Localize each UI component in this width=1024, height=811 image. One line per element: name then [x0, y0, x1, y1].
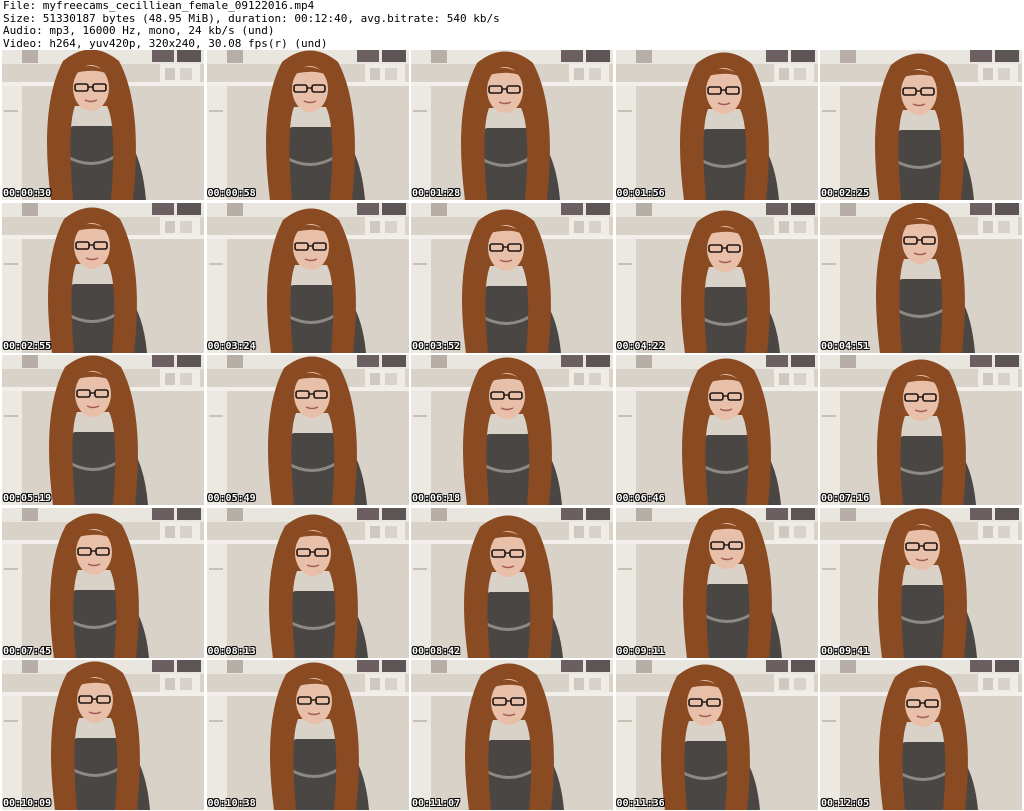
- frame-image: [206, 202, 409, 353]
- frame-image: [411, 202, 613, 353]
- audio-info-line: Audio: mp3, 16000 Hz, mono, 24 kb/s (und…: [3, 25, 275, 37]
- frame-image: [206, 50, 409, 200]
- video-thumbnail: 00:04:51: [820, 202, 1022, 353]
- file-name-line: File: myfreecams_cecilliean_female_09122…: [3, 0, 315, 12]
- frame-image: [820, 660, 1022, 810]
- frame-timestamp: 00:04:51: [821, 340, 870, 352]
- frame-timestamp: 00:11:07: [412, 798, 461, 809]
- frame-image: [615, 507, 818, 658]
- frame-image: [820, 202, 1022, 353]
- frame-timestamp: 00:05:49: [207, 493, 256, 504]
- frame-timestamp: 00:02:55: [3, 340, 52, 352]
- frame-timestamp: 00:07:16: [821, 493, 870, 504]
- frame-timestamp: 00:10:09: [3, 798, 52, 809]
- frame-timestamp: 00:06:18: [412, 493, 461, 504]
- frame-timestamp: 00:07:45: [3, 645, 52, 657]
- video-thumbnail: 00:10:09: [2, 660, 204, 810]
- frame-image: [2, 660, 204, 810]
- video-thumbnail: 00:05:19: [2, 355, 204, 505]
- video-thumbnail: 00:12:05: [820, 660, 1022, 810]
- frame-timestamp: 00:02:25: [821, 188, 870, 199]
- frame-timestamp: 00:03:24: [207, 340, 256, 352]
- frame-timestamp: 00:11:36: [616, 798, 665, 809]
- video-thumbnail: 00:08:13: [206, 507, 409, 658]
- video-thumbnail: 00:00:30: [2, 50, 204, 200]
- video-thumbnail: 00:07:16: [820, 355, 1022, 505]
- video-thumbnail: 00:03:24: [206, 202, 409, 353]
- frame-image: [2, 50, 204, 200]
- frame-timestamp: 00:08:42: [412, 645, 461, 657]
- frame-image: [615, 355, 818, 505]
- thumbnail-grid: 00:00:30 00:00:58 00:01:28 00:01:56 00:0…: [2, 50, 1022, 810]
- video-thumbnail: 00:03:52: [411, 202, 613, 353]
- video-thumbnail: 00:10:38: [206, 660, 409, 810]
- frame-timestamp: 00:04:22: [616, 340, 665, 352]
- video-thumbnail: 00:09:41: [820, 507, 1022, 658]
- frame-timestamp: 00:08:13: [207, 645, 256, 657]
- frame-image: [411, 660, 613, 810]
- frame-image: [615, 202, 818, 353]
- frame-image: [2, 507, 204, 658]
- frame-timestamp: 00:06:46: [616, 493, 665, 504]
- video-thumbnail: 00:09:11: [615, 507, 818, 658]
- video-thumbnail: 00:06:18: [411, 355, 613, 505]
- frame-image: [411, 507, 613, 658]
- video-thumbnail: 00:08:42: [411, 507, 613, 658]
- frame-image: [615, 660, 818, 810]
- frame-image: [820, 355, 1022, 505]
- video-thumbnail: 00:02:25: [820, 50, 1022, 200]
- frame-timestamp: 00:09:41: [821, 645, 870, 657]
- frame-timestamp: 00:03:52: [412, 340, 461, 352]
- video-thumbnail: 00:11:36: [615, 660, 818, 810]
- video-thumbnail: 00:04:22: [615, 202, 818, 353]
- frame-image: [206, 660, 409, 810]
- video-thumbnail: 00:02:55: [2, 202, 204, 353]
- frame-timestamp: 00:00:30: [3, 188, 52, 199]
- video-thumbnail: 00:01:56: [615, 50, 818, 200]
- frame-image: [2, 355, 204, 505]
- frame-image: [820, 50, 1022, 200]
- file-size-line: Size: 51330187 bytes (48.95 MiB), durati…: [3, 12, 500, 25]
- frame-image: [411, 355, 613, 505]
- frame-image: [206, 507, 409, 658]
- video-thumbnail: 00:01:28: [411, 50, 613, 200]
- frame-image: [411, 50, 613, 200]
- frame-timestamp: 00:09:11: [616, 645, 665, 657]
- file-info-header: File: myfreecams_cecilliean_female_09122…: [3, 0, 1021, 50]
- video-info-line: Video: h264, yuv420p, 320x240, 30.08 fps…: [3, 37, 328, 50]
- video-thumbnail: 00:05:49: [206, 355, 409, 505]
- video-thumbnail: 00:07:45: [2, 507, 204, 658]
- frame-timestamp: 00:10:38: [207, 798, 256, 809]
- frame-image: [615, 50, 818, 200]
- frame-image: [2, 202, 204, 353]
- video-thumbnail: 00:11:07: [411, 660, 613, 810]
- video-thumbnail: 00:00:58: [206, 50, 409, 200]
- video-thumbnail: 00:06:46: [615, 355, 818, 505]
- frame-timestamp: 00:00:58: [207, 188, 256, 199]
- frame-timestamp: 00:01:56: [616, 188, 665, 199]
- frame-timestamp: 00:12:05: [821, 798, 870, 809]
- frame-timestamp: 00:01:28: [412, 188, 461, 199]
- frame-image: [820, 507, 1022, 658]
- frame-timestamp: 00:05:19: [3, 493, 52, 504]
- frame-image: [206, 355, 409, 505]
